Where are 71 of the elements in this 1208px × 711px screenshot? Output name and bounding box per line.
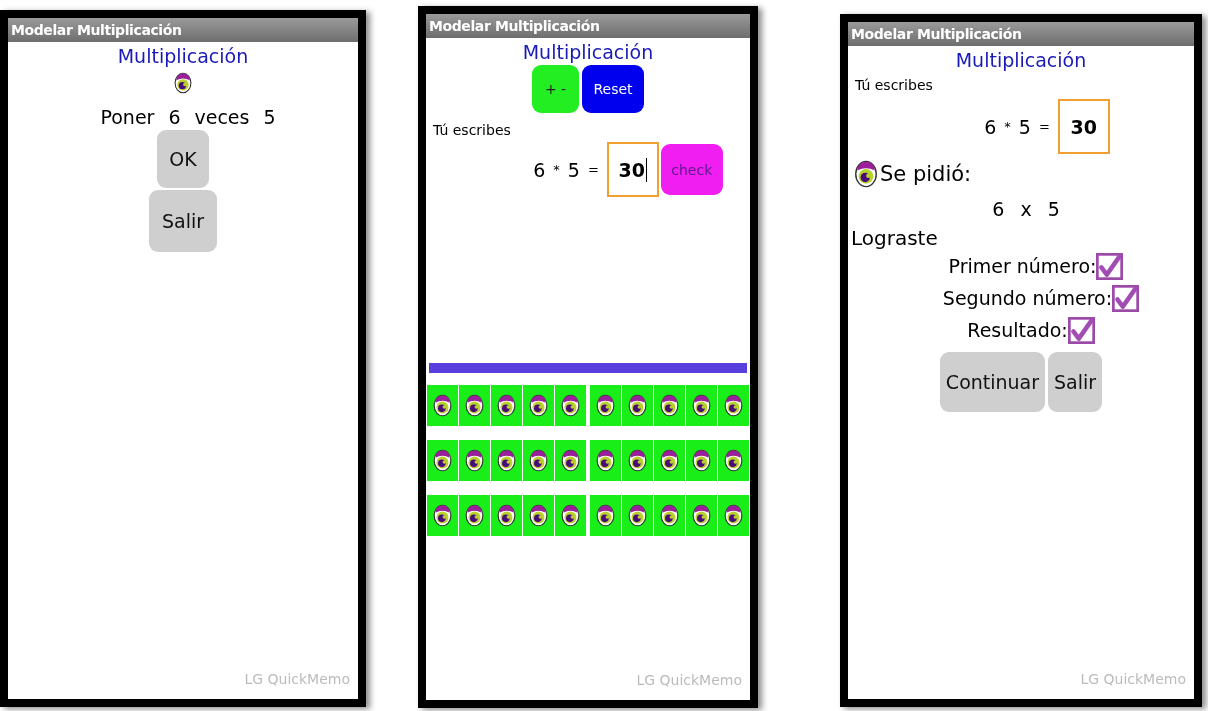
app-title-bar: Modelar Multiplicación — [426, 14, 750, 38]
eye-icon — [465, 393, 484, 418]
app-title-bar: Modelar Multiplicación — [848, 22, 1194, 46]
eye-icon — [854, 160, 878, 188]
eye-icon — [497, 393, 516, 418]
answer-field: 30 — [1057, 99, 1110, 154]
eye-icon — [660, 393, 679, 418]
eye-icon — [433, 503, 452, 528]
equation-text: 5 — [567, 158, 580, 181]
answer-field[interactable]: 30 — [606, 142, 659, 197]
check-label: Resultado: — [967, 319, 1068, 341]
eye-icon — [561, 448, 580, 473]
entry-label: Tú escribes — [433, 122, 511, 138]
eye-icon — [724, 448, 743, 473]
eye-icon — [433, 448, 452, 473]
eye-icon — [174, 72, 192, 94]
eye-icon — [561, 503, 580, 528]
eye-icon — [628, 503, 647, 528]
equation-text: = — [1038, 119, 1050, 134]
eye-icon — [596, 448, 615, 473]
eye-icon — [529, 503, 548, 528]
equation-text: 6 — [984, 115, 997, 138]
eye-icon — [561, 393, 580, 418]
app-title-bar: Modelar Multiplicación — [8, 18, 358, 42]
eye-icon — [724, 503, 743, 528]
eye-icon — [596, 393, 615, 418]
eye-icon — [660, 503, 679, 528]
menu-button[interactable]: Salir — [1048, 352, 1103, 412]
asked-text: 6 — [992, 198, 1005, 220]
equation-text: 6 — [533, 158, 546, 181]
equation-text: * — [1004, 119, 1011, 134]
eye-icon — [628, 393, 647, 418]
watermark-text: LG QuickMemo — [244, 671, 350, 687]
prompt-text: veces — [194, 106, 250, 128]
eye-icon — [692, 503, 711, 528]
tool-button[interactable]: + - — [532, 65, 579, 113]
eye-icon — [497, 503, 516, 528]
menu-button[interactable]: OK — [157, 130, 209, 188]
menu-button[interactable]: Salir — [149, 190, 217, 252]
screen-heading: Multiplicación — [117, 45, 249, 67]
equation-text: * — [553, 162, 560, 177]
screen-heading: Multiplicación — [522, 41, 654, 63]
menu-button[interactable]: Continuar — [939, 352, 1046, 412]
eye-icon — [596, 503, 615, 528]
eye-icon — [692, 393, 711, 418]
equation-text: 5 — [1018, 115, 1031, 138]
eye-icon — [465, 448, 484, 473]
check-label: Segundo número: — [942, 287, 1113, 309]
eye-icon — [628, 448, 647, 473]
eye-icon — [692, 448, 711, 473]
prompt-text: 6 — [168, 106, 181, 128]
eye-icon — [433, 393, 452, 418]
prompt-text: 5 — [263, 106, 276, 128]
eye-icon — [497, 448, 516, 473]
screen-heading: Multiplicación — [955, 49, 1087, 71]
entry-label: Tú escribes — [855, 77, 933, 93]
asked-label: Se pidió: — [880, 162, 972, 186]
asked-text: 5 — [1047, 198, 1060, 220]
check-label: Primer número: — [948, 255, 1097, 277]
eye-icon — [529, 448, 548, 473]
asked-text: x — [1020, 198, 1032, 220]
eye-icon — [724, 393, 743, 418]
watermark-text: LG QuickMemo — [1080, 671, 1186, 687]
eye-icon — [529, 393, 548, 418]
result-label: Lograste — [851, 226, 938, 250]
equation-text: = — [587, 162, 599, 177]
watermark-text: LG QuickMemo — [636, 672, 742, 688]
eye-icon — [660, 448, 679, 473]
tool-button[interactable]: Reset — [582, 65, 644, 113]
eye-icon — [465, 503, 484, 528]
prompt-text: Poner — [100, 106, 155, 128]
